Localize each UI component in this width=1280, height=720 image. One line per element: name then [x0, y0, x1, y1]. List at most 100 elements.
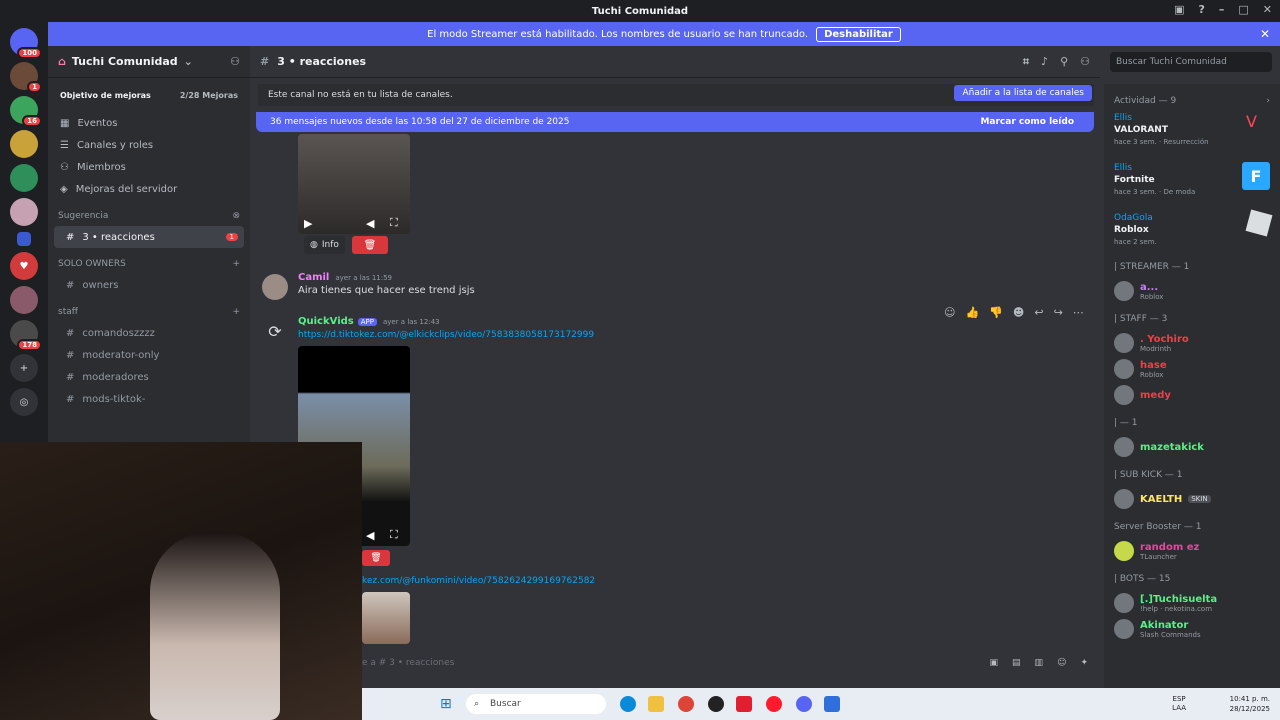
- pin-icon[interactable]: ⚲: [1060, 55, 1068, 69]
- server-icon[interactable]: ♥: [10, 252, 38, 280]
- member-item[interactable]: [.]Tuchisuelta !help · nekotina.com: [1114, 590, 1270, 616]
- apps-icon[interactable]: ✦: [1080, 658, 1088, 668]
- reply-icon[interactable]: ↩: [1034, 306, 1043, 326]
- mute-icon[interactable]: ♪: [1041, 55, 1048, 69]
- minimize-icon[interactable]: –: [1219, 3, 1225, 16]
- opera-icon[interactable]: [766, 696, 782, 712]
- folder-icon[interactable]: [17, 232, 31, 246]
- start-icon[interactable]: ⊞: [440, 696, 452, 712]
- nav-boosts[interactable]: ◈ Mejoras del servidor: [48, 178, 250, 200]
- add-channel-icon[interactable]: +: [232, 259, 240, 269]
- app-icon[interactable]: [736, 696, 752, 712]
- nav-channels-roles[interactable]: ☰ Canales y roles: [48, 134, 250, 156]
- dismiss-icon[interactable]: ⊗: [232, 211, 240, 221]
- discover-icon[interactable]: ◎: [10, 388, 38, 416]
- invite-icon[interactable]: ⚇: [230, 55, 240, 68]
- member-item[interactable]: random ez TLauncher: [1114, 538, 1270, 564]
- member-item[interactable]: . Yochiro Modrinth: [1114, 330, 1270, 356]
- activity-card[interactable]: Ellis VALORANT hace 3 sem. · Resurrecció…: [1114, 112, 1270, 148]
- category-solo-owners[interactable]: SOLO OWNERS +: [48, 254, 250, 274]
- message-link[interactable]: https://d.tiktokez.com/@elkickclips/vide…: [298, 330, 594, 340]
- taskbar-search[interactable]: ⌕ Buscar: [466, 694, 606, 714]
- nav-members[interactable]: ⚇ Miembros: [48, 156, 250, 178]
- add-reaction-icon[interactable]: ☻: [1013, 306, 1024, 326]
- channel-reacciones[interactable]: #3 • reacciones 1: [54, 226, 244, 248]
- volume-icon[interactable]: ◀: [366, 217, 374, 230]
- bot-avatar[interactable]: ⟳: [262, 318, 288, 344]
- member-item[interactable]: Akinator Slash Commands: [1114, 616, 1270, 642]
- clock[interactable]: 10:41 p. m. 28/12/2025: [1230, 694, 1270, 714]
- app-icon[interactable]: [824, 696, 840, 712]
- discord-icon[interactable]: [796, 696, 812, 712]
- category-staff[interactable]: staff +: [48, 302, 250, 322]
- forward-icon[interactable]: ↪: [1054, 306, 1063, 326]
- edge-icon[interactable]: [620, 696, 636, 712]
- activity-card[interactable]: Ellis Fortnite hace 3 sem. · De moda F: [1114, 162, 1270, 198]
- search-input[interactable]: Buscar Tuchi Comunidad: [1110, 52, 1272, 72]
- threads-icon[interactable]: ⌗: [1023, 55, 1029, 69]
- video-thumbnail[interactable]: [362, 592, 410, 644]
- member-item[interactable]: hase Roblox: [1114, 356, 1270, 382]
- chevron-right-icon[interactable]: ›: [1266, 96, 1270, 106]
- sticker-icon[interactable]: ▥: [1035, 658, 1044, 668]
- server-icon[interactable]: 178: [10, 320, 42, 351]
- message-author[interactable]: Camil: [298, 272, 329, 283]
- play-icon[interactable]: ▶: [304, 217, 312, 230]
- delete-button[interactable]: 🗑: [362, 550, 390, 566]
- member-item[interactable]: mazetakick: [1114, 434, 1270, 460]
- channel-owners[interactable]: # owners: [54, 274, 244, 296]
- add-channel-icon[interactable]: +: [232, 307, 240, 317]
- message-author[interactable]: QuickVids: [298, 316, 354, 327]
- channel-moderator-only[interactable]: # moderator-only: [54, 344, 244, 366]
- boost-goal[interactable]: Objetivo de mejoras 2/28 Mejoras: [54, 86, 244, 104]
- inbox-icon[interactable]: ▣: [1174, 3, 1184, 16]
- app-icon[interactable]: [708, 696, 724, 712]
- message-composer[interactable]: e a # 3 • reacciones ▣ ▤ ▥ ☺ ✦: [362, 652, 1098, 674]
- message-link[interactable]: kez.com/@funkomini/video/758262429916976…: [362, 576, 595, 586]
- fullscreen-icon[interactable]: ⛶: [390, 216, 398, 230]
- info-button[interactable]: ◍ Info: [304, 236, 345, 254]
- server-header[interactable]: ⌂ Tuchi Comunidad ⌄ ⚇: [48, 46, 250, 78]
- explorer-icon[interactable]: [648, 696, 664, 712]
- help-icon[interactable]: ?: [1198, 3, 1204, 16]
- member-item[interactable]: a... Roblox: [1114, 278, 1270, 304]
- thumbs-down-icon[interactable]: 👎: [989, 306, 1003, 326]
- language-indicator[interactable]: ESP LAA: [1172, 695, 1186, 713]
- member-name: KAELTH: [1140, 493, 1183, 505]
- server-icon[interactable]: [10, 164, 38, 192]
- video-embed[interactable]: ▶ ◀ ⛶: [298, 134, 410, 234]
- close-banner-icon[interactable]: ✕: [1260, 27, 1270, 41]
- disable-streamer-button[interactable]: Deshabilitar: [816, 26, 901, 42]
- channel-moderadores[interactable]: # moderadores: [54, 366, 244, 388]
- add-to-list-button[interactable]: Añadir a la lista de canales: [954, 85, 1092, 101]
- new-messages-bar[interactable]: 36 mensajes nuevos desde las 10:58 del 2…: [256, 112, 1094, 132]
- avatar[interactable]: [262, 274, 288, 300]
- activity-card[interactable]: OdaGola Roblox hace 2 sem.: [1114, 209, 1273, 248]
- thumbs-up-icon[interactable]: 👍: [965, 306, 979, 326]
- delete-button[interactable]: 🗑: [352, 236, 388, 254]
- gif-icon[interactable]: ▤: [1012, 658, 1021, 668]
- server-icon[interactable]: [10, 198, 38, 226]
- add-server-icon[interactable]: +: [10, 354, 38, 382]
- reaction-icon[interactable]: ☺: [944, 306, 955, 326]
- volume-icon[interactable]: ◀: [366, 529, 374, 542]
- member-item[interactable]: KAELTH SKIN: [1114, 486, 1270, 512]
- server-icon[interactable]: [10, 130, 38, 158]
- chrome-icon[interactable]: [678, 696, 694, 712]
- server-icon[interactable]: 1: [10, 62, 42, 93]
- mark-read-button[interactable]: Marcar como leído: [980, 117, 1074, 127]
- emoji-icon[interactable]: ☺: [1057, 658, 1066, 668]
- maximize-icon[interactable]: □: [1238, 3, 1248, 16]
- channel-mods-tiktok[interactable]: # mods-tiktok-: [54, 388, 244, 410]
- nav-events[interactable]: ▦ Eventos: [48, 112, 250, 134]
- more-icon[interactable]: ⋯: [1073, 306, 1084, 326]
- gift-icon[interactable]: ▣: [990, 658, 999, 668]
- fullscreen-icon[interactable]: ⛶: [390, 528, 398, 542]
- close-icon[interactable]: ✕: [1263, 3, 1272, 16]
- member-item[interactable]: medy: [1114, 382, 1270, 408]
- server-icon[interactable]: [10, 286, 38, 314]
- home-icon[interactable]: 100: [10, 28, 42, 59]
- server-icon[interactable]: 16: [10, 96, 42, 127]
- member-list-icon[interactable]: ⚇: [1080, 55, 1090, 69]
- channel-comandoszzzz[interactable]: # comandoszzzz: [54, 322, 244, 344]
